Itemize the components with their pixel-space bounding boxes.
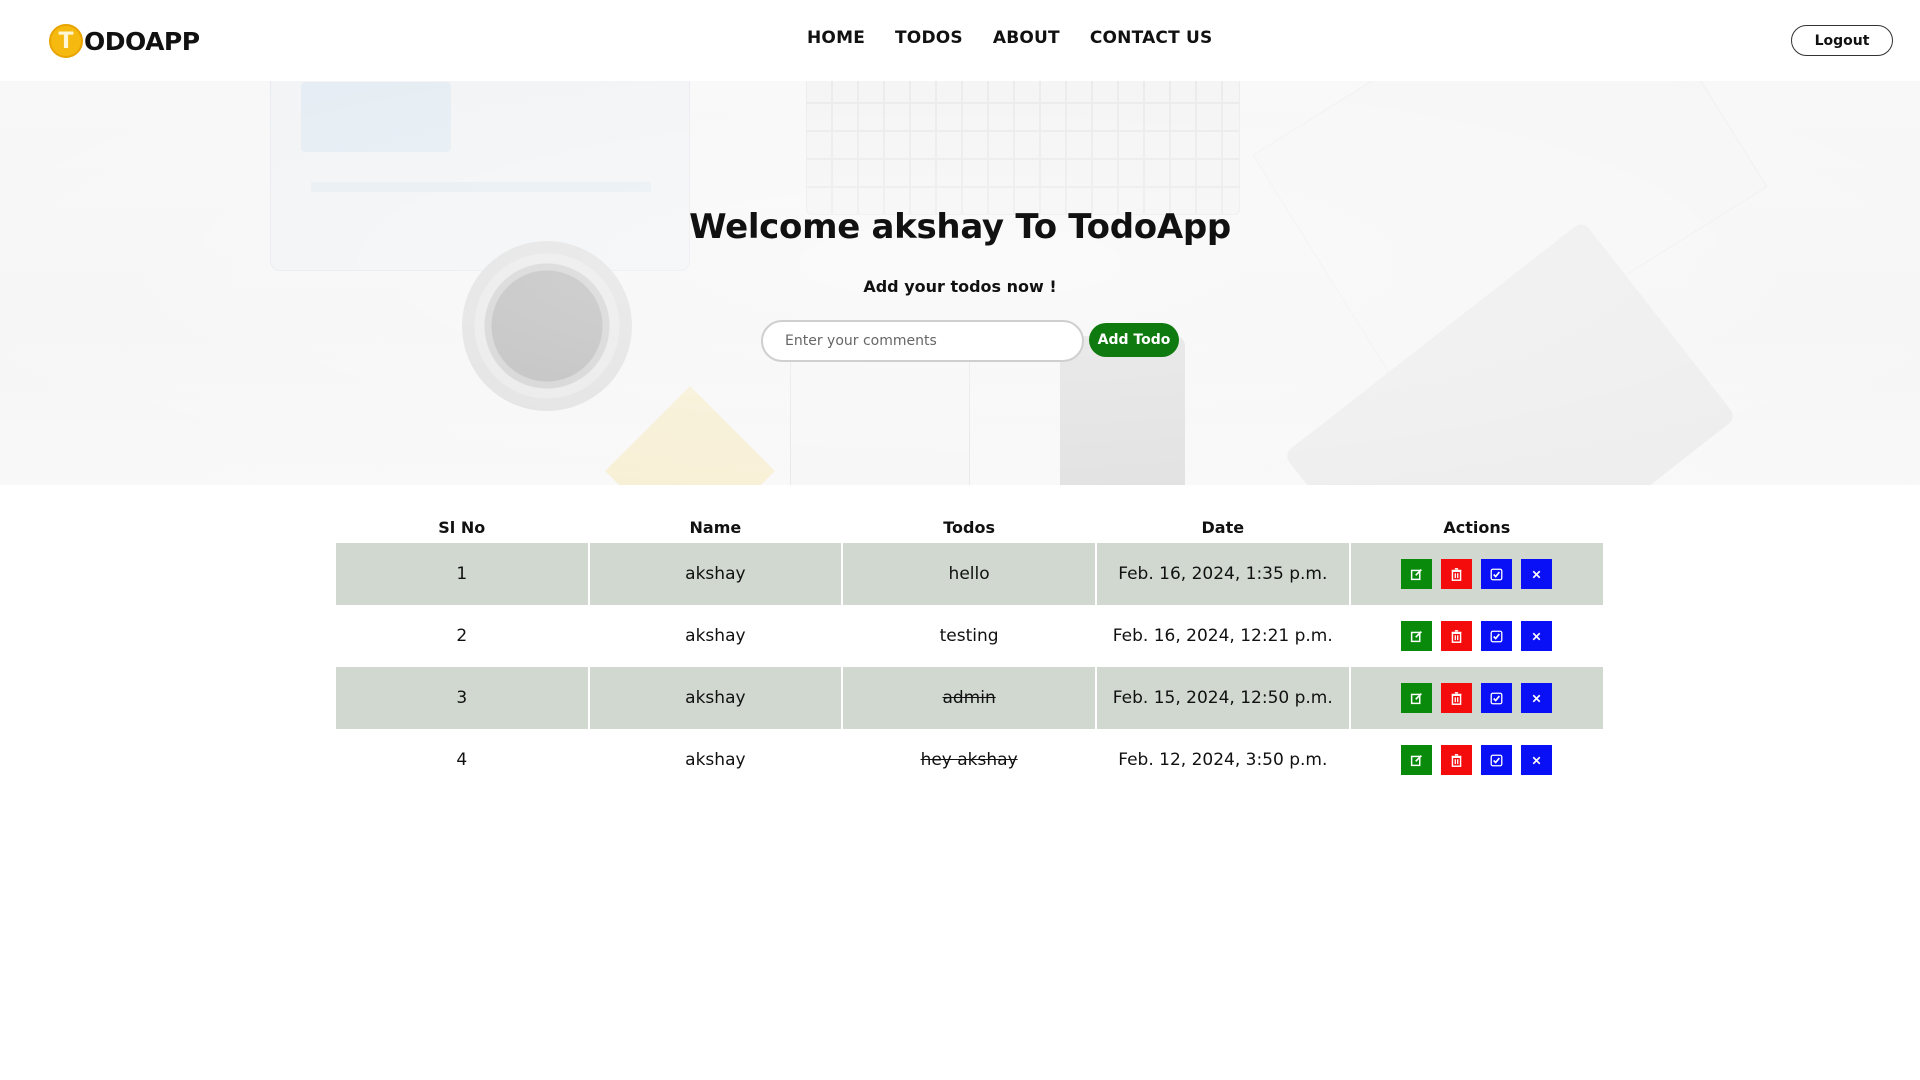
check-icon xyxy=(1490,692,1503,704)
header-name: Name xyxy=(689,518,742,537)
complete-button[interactable] xyxy=(1481,683,1513,713)
logout-button[interactable]: Logout xyxy=(1791,25,1893,56)
page-title: Welcome akshay To TodoApp xyxy=(689,207,1231,247)
todo-table: Sl No Name Todos Date Actions 1 akshay h… xyxy=(334,515,1605,791)
table-row: 3 akshay admin Feb. 15, 2024, 12:50 p.m. xyxy=(336,667,1603,729)
header-actions: Actions xyxy=(1443,518,1511,537)
cell-actions xyxy=(1350,667,1603,729)
nav-home[interactable]: HOME xyxy=(807,28,865,48)
navbar: T ODOAPP HOME TODOS ABOUT CONTACT US Log… xyxy=(0,0,1920,81)
cell-actions xyxy=(1350,729,1603,791)
delete-button[interactable] xyxy=(1441,683,1473,713)
undo-button[interactable] xyxy=(1521,745,1553,775)
table-row: 4 akshay hey akshay Feb. 12, 2024, 3:50 … xyxy=(336,729,1603,791)
add-todo-button[interactable]: Add Todo xyxy=(1089,323,1179,357)
cell-sl-no: 4 xyxy=(336,729,588,791)
cell-todo-completed: admin xyxy=(843,667,1095,729)
close-icon xyxy=(1532,632,1541,640)
cell-date: Feb. 12, 2024, 3:50 p.m. xyxy=(1096,729,1349,791)
complete-button[interactable] xyxy=(1481,559,1513,589)
delete-button[interactable] xyxy=(1441,559,1473,589)
logo[interactable]: T ODOAPP xyxy=(49,22,200,60)
logo-text: ODOAPP xyxy=(84,26,200,56)
cell-date: Feb. 16, 2024, 1:35 p.m. xyxy=(1096,543,1349,605)
cell-actions xyxy=(1350,543,1603,605)
close-icon xyxy=(1532,694,1541,702)
cell-actions xyxy=(1350,605,1603,667)
header-date: Date xyxy=(1201,518,1245,537)
edit-button[interactable] xyxy=(1401,621,1433,651)
cell-sl-no: 3 xyxy=(336,667,588,729)
page-subtitle: Add your todos now ! xyxy=(863,277,1057,296)
trash-icon xyxy=(1451,629,1462,643)
header-todos: Todos xyxy=(943,518,995,537)
trash-icon xyxy=(1451,753,1462,767)
cell-todo-completed: hey akshay xyxy=(843,729,1095,791)
edit-button[interactable] xyxy=(1401,683,1433,713)
header-sl-no: Sl No xyxy=(438,518,486,537)
close-icon xyxy=(1532,756,1541,764)
cell-todo: hello xyxy=(843,543,1095,605)
cell-name: akshay xyxy=(589,667,842,729)
edit-icon xyxy=(1411,754,1423,766)
main-nav: HOME TODOS ABOUT CONTACT US xyxy=(807,28,1242,48)
check-icon xyxy=(1490,630,1503,642)
delete-button[interactable] xyxy=(1441,745,1473,775)
cell-name: akshay xyxy=(589,605,842,667)
logo-badge-icon: T xyxy=(49,24,83,58)
hero-banner: Welcome akshay To TodoApp Add your todos… xyxy=(0,81,1920,485)
check-icon xyxy=(1490,754,1503,766)
table-row: 2 akshay testing Feb. 16, 2024, 12:21 p.… xyxy=(336,605,1603,667)
delete-button[interactable] xyxy=(1441,621,1473,651)
cell-name: akshay xyxy=(589,729,842,791)
cell-sl-no: 2 xyxy=(336,605,588,667)
cell-date: Feb. 16, 2024, 12:21 p.m. xyxy=(1096,605,1349,667)
table-header-row: Sl No Name Todos Date Actions xyxy=(336,515,1603,543)
cell-name: akshay xyxy=(589,543,842,605)
complete-button[interactable] xyxy=(1481,621,1513,651)
edit-button[interactable] xyxy=(1401,745,1433,775)
nav-about[interactable]: ABOUT xyxy=(993,28,1060,48)
edit-icon xyxy=(1411,630,1423,642)
undo-button[interactable] xyxy=(1521,559,1553,589)
edit-icon xyxy=(1411,568,1423,580)
undo-button[interactable] xyxy=(1521,621,1553,651)
cell-todo: testing xyxy=(843,605,1095,667)
trash-icon xyxy=(1451,691,1462,705)
trash-icon xyxy=(1451,567,1462,581)
todo-input[interactable] xyxy=(761,320,1084,362)
cell-sl-no: 1 xyxy=(336,543,588,605)
cell-date: Feb. 15, 2024, 12:50 p.m. xyxy=(1096,667,1349,729)
nav-todos[interactable]: TODOS xyxy=(895,28,963,48)
edit-button[interactable] xyxy=(1401,559,1433,589)
table-row: 1 akshay hello Feb. 16, 2024, 1:35 p.m. xyxy=(336,543,1603,605)
edit-icon xyxy=(1411,692,1423,704)
close-icon xyxy=(1532,570,1541,578)
complete-button[interactable] xyxy=(1481,745,1513,775)
check-icon xyxy=(1490,568,1503,580)
undo-button[interactable] xyxy=(1521,683,1553,713)
nav-contact-us[interactable]: CONTACT US xyxy=(1090,28,1213,48)
